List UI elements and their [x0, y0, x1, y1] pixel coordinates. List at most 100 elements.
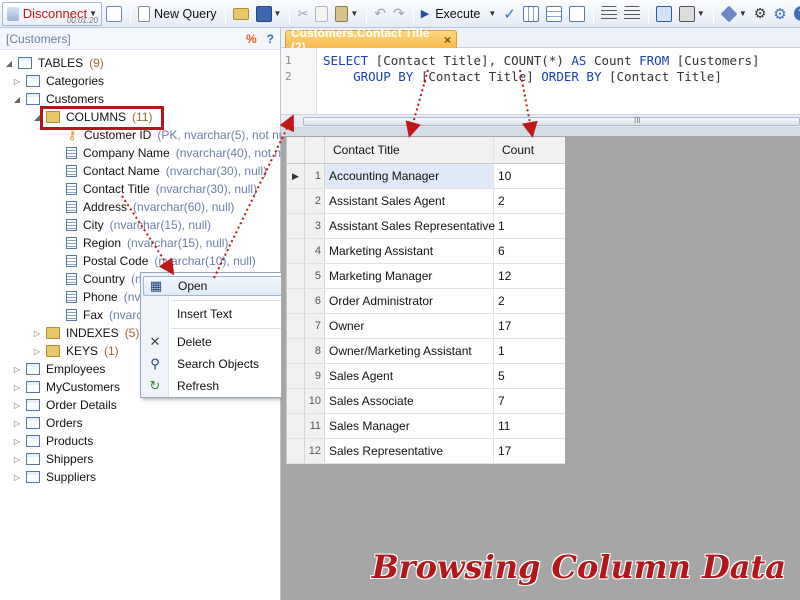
chevron-down-icon[interactable]: ▼ — [350, 9, 358, 18]
editor-results-splitter[interactable] — [281, 128, 800, 136]
export-button[interactable] — [653, 3, 675, 25]
redo-button[interactable]: ↷ — [390, 3, 408, 25]
cell-contact-title[interactable]: Sales Agent — [325, 364, 494, 388]
query-settings-button[interactable] — [103, 3, 125, 25]
tree-node-keys[interactable]: ▷ KEYS (1) — [32, 342, 119, 360]
expander-icon[interactable]: ▷ — [32, 329, 42, 338]
tree-column-item[interactable]: Company Name (nvarchar(40), not null) — [52, 144, 297, 162]
paste-button[interactable]: ▼ — [332, 3, 361, 25]
settings-button[interactable]: ⚙ — [770, 3, 789, 25]
help-button[interactable]: ? — [791, 3, 800, 25]
column-header-count[interactable]: Count — [494, 137, 564, 163]
row-indicator[interactable] — [287, 289, 305, 313]
cell-contact-title[interactable]: Owner/Marketing Assistant — [325, 339, 494, 363]
row-indicator[interactable] — [287, 364, 305, 388]
table-row[interactable]: 8 Owner/Marketing Assistant 1 — [287, 339, 565, 364]
table-row[interactable]: 12 Sales Representative 17 — [287, 439, 565, 464]
grid-button[interactable] — [520, 3, 542, 25]
help-button[interactable]: ? — [267, 32, 274, 46]
cell-count[interactable]: 2 — [494, 189, 564, 213]
expander-icon[interactable]: ▷ — [12, 77, 22, 86]
table-row[interactable]: 11 Sales Manager 11 — [287, 414, 565, 439]
tree-node-tables[interactable]: ◢ TABLES (9) — [4, 54, 104, 72]
row-indicator[interactable] — [287, 239, 305, 263]
print-button[interactable]: ▼ — [676, 3, 708, 25]
expander-icon[interactable]: ◢ — [4, 59, 14, 68]
cell-count[interactable]: 2 — [494, 289, 564, 313]
expander-icon[interactable]: ▷ — [12, 455, 22, 464]
chevron-down-icon[interactable]: ▼ — [697, 9, 705, 18]
cell-contact-title[interactable]: Marketing Assistant — [325, 239, 494, 263]
cell-contact-title[interactable]: Order Administrator — [325, 289, 494, 313]
cell-count[interactable]: 12 — [494, 264, 564, 288]
percent-filter-button[interactable]: % — [246, 32, 257, 46]
expander-icon[interactable]: ▷ — [12, 383, 22, 392]
table-row[interactable]: ▶ 1 Accounting Manager 10 — [287, 164, 565, 189]
menu-item-refresh[interactable]: ↻ Refresh — [143, 376, 289, 396]
check-syntax-button[interactable]: ✓ — [500, 3, 519, 25]
open-button[interactable] — [230, 3, 252, 25]
new-query-button[interactable]: New Query — [135, 3, 220, 25]
row-indicator[interactable] — [287, 264, 305, 288]
cell-count[interactable]: 17 — [494, 314, 564, 338]
tree-item-table[interactable]: ▷ Order Details — [12, 396, 117, 414]
tree-item-table[interactable]: ▷ Shippers — [12, 450, 93, 468]
grid-options-button[interactable] — [543, 3, 565, 25]
disconnect-button[interactable]: Disconnect ▼ 00:01:20 — [2, 1, 102, 26]
table-row[interactable]: 9 Sales Agent 5 — [287, 364, 565, 389]
table-row[interactable]: 6 Order Administrator 2 — [287, 289, 565, 314]
row-indicator[interactable] — [287, 314, 305, 338]
chevron-down-icon[interactable]: ▼ — [488, 9, 496, 18]
table-row[interactable]: 5 Marketing Manager 12 — [287, 264, 565, 289]
tree-column-item[interactable]: Address (nvarchar(60), null) — [52, 198, 234, 216]
cell-count[interactable]: 7 — [494, 389, 564, 413]
tree-item-table[interactable]: ▷ Products — [12, 432, 93, 450]
table-row[interactable]: 10 Sales Associate 7 — [287, 389, 565, 414]
cut-button[interactable]: ✂ — [294, 3, 311, 25]
view-button[interactable]: ▼ — [718, 3, 750, 25]
tree-column-item[interactable]: Postal Code (nvarchar(10), null) — [52, 252, 256, 270]
tree-item-table[interactable]: ▷ MyCustomers — [12, 378, 120, 396]
tree-item-categories[interactable]: ▷ Categories — [12, 72, 104, 90]
tools-button[interactable]: ⚙ — [751, 3, 770, 25]
tree-node-indexes[interactable]: ▷ INDEXES (5) — [32, 324, 139, 342]
indent-button[interactable] — [621, 3, 643, 25]
cell-count[interactable]: 5 — [494, 364, 564, 388]
table-row[interactable]: 3 Assistant Sales Representative 1 — [287, 214, 565, 239]
chevron-down-icon[interactable]: ▼ — [274, 9, 282, 18]
menu-item-open[interactable]: ▦ Open — [143, 276, 289, 296]
table-row[interactable]: 2 Assistant Sales Agent 2 — [287, 189, 565, 214]
cell-contact-title[interactable]: Sales Manager — [325, 414, 494, 438]
expander-icon[interactable]: ▷ — [12, 365, 22, 374]
row-indicator[interactable] — [287, 389, 305, 413]
column-header-contact-title[interactable]: Contact Title — [325, 137, 494, 163]
expander-icon[interactable]: ▷ — [12, 437, 22, 446]
close-tab-icon[interactable]: × — [444, 33, 451, 47]
tree-column-item[interactable]: Region (nvarchar(15), null) — [52, 234, 228, 252]
current-row-indicator-icon[interactable]: ▶ — [287, 164, 305, 188]
cell-count[interactable]: 17 — [494, 439, 564, 463]
undo-button[interactable]: ↶ — [371, 3, 389, 25]
expander-icon[interactable]: ▷ — [12, 419, 22, 428]
editor-horizontal-scrollbar[interactable]: ◀ III — [281, 114, 800, 128]
expander-icon[interactable]: ◢ — [12, 95, 22, 104]
cell-contact-title[interactable]: Accounting Manager — [325, 164, 494, 188]
cell-contact-title[interactable]: Sales Representative — [325, 439, 494, 463]
menu-item-delete[interactable]: ✕ Delete — [143, 332, 289, 352]
execute-button[interactable]: ▶ Execute ▼ — [418, 3, 500, 25]
tree-item-table[interactable]: ▷ Orders — [12, 414, 83, 432]
table-row[interactable]: 7 Owner 17 — [287, 314, 565, 339]
cell-count[interactable]: 1 — [494, 339, 564, 363]
tree-column-item[interactable]: Contact Name (nvarchar(30), null) — [52, 162, 267, 180]
sql-editor[interactable]: 1 2 SELECT [Contact Title], COUNT(*) AS … — [281, 48, 800, 114]
expander-icon[interactable]: ▷ — [12, 473, 22, 482]
tree-item-table[interactable]: ▷ Suppliers — [12, 468, 96, 486]
row-indicator[interactable] — [287, 439, 305, 463]
row-indicator[interactable] — [287, 189, 305, 213]
cell-contact-title[interactable]: Assistant Sales Agent — [325, 189, 494, 213]
align-button[interactable] — [598, 3, 620, 25]
row-indicator[interactable] — [287, 414, 305, 438]
results-grid[interactable]: Contact Title Count ▶ 1 Accounting Manager… — [286, 137, 565, 464]
row-indicator[interactable] — [287, 214, 305, 238]
tree-column-item[interactable]: Contact Title (nvarchar(30), null) — [52, 180, 257, 198]
